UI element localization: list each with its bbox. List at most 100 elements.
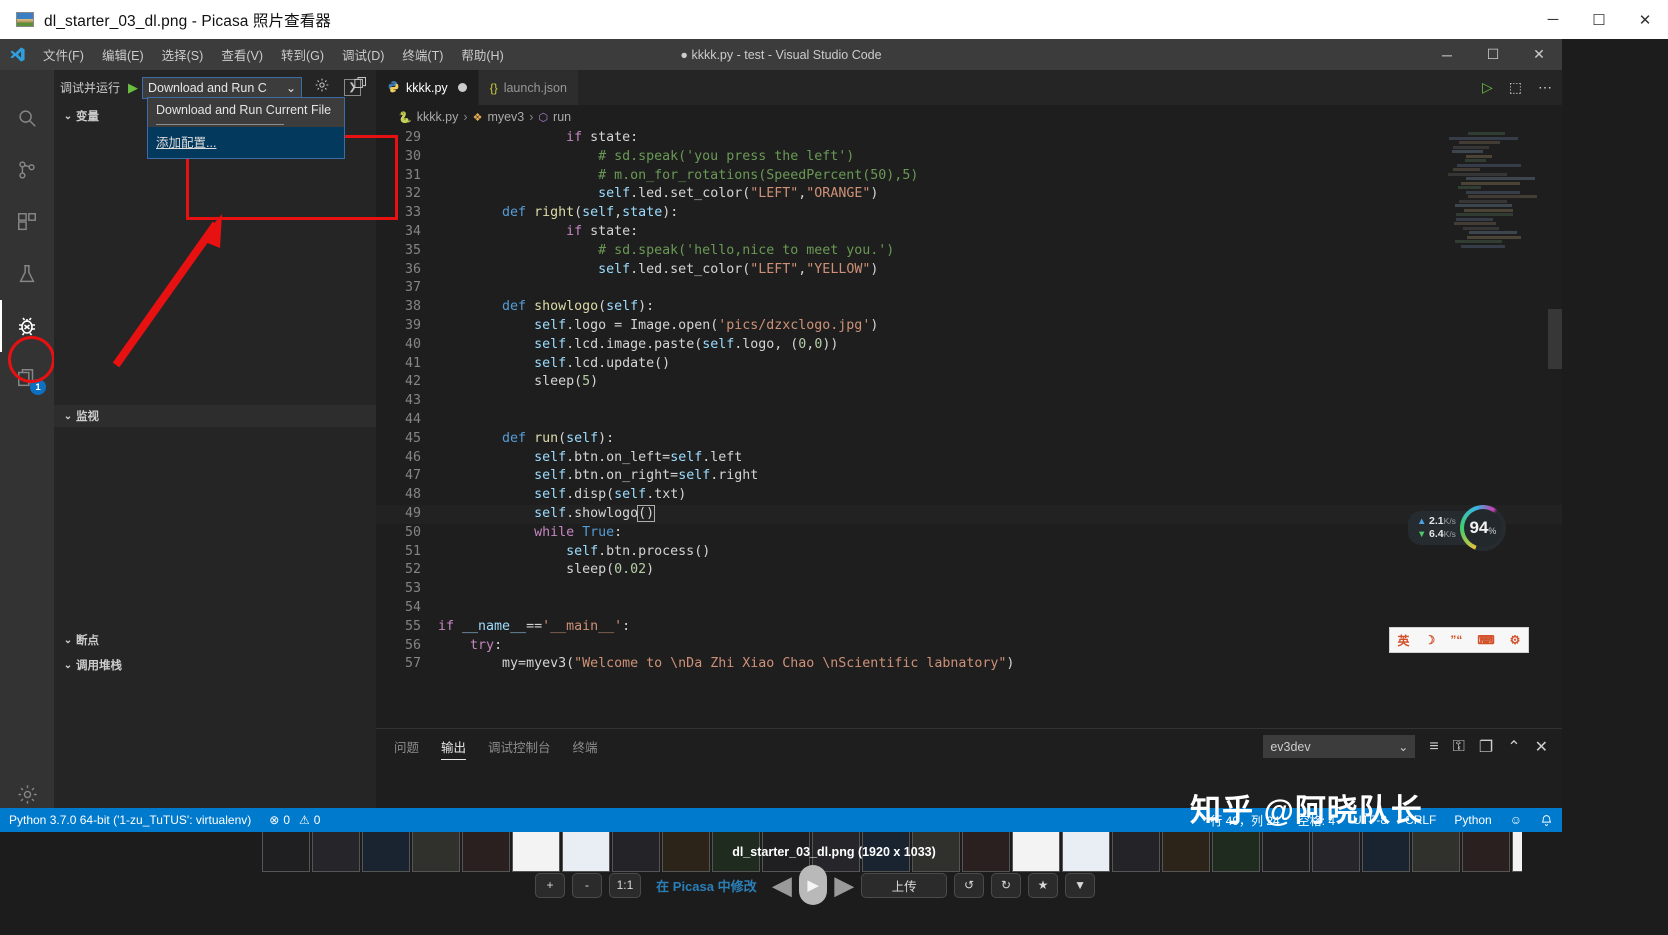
picasa-actual-size-button[interactable]: 1:1	[609, 873, 641, 898]
menu-terminal[interactable]: 终端(T)	[393, 42, 452, 67]
code-line[interactable]: 30 # sd.speak('you press the left')	[376, 148, 1562, 167]
notifications-bell-icon[interactable]	[1531, 814, 1562, 827]
code-line[interactable]: 38 def showlogo(self):	[376, 298, 1562, 317]
test-beaker-icon[interactable]	[0, 248, 54, 300]
breadcrumb-item-method[interactable]: run	[553, 110, 571, 124]
variables-pane-actions-icon[interactable]	[353, 75, 368, 95]
picasa-rotate-right-button[interactable]: ↻	[991, 873, 1021, 898]
dropdown-option-download-and-run-current-file[interactable]: Download and Run Current File	[148, 98, 344, 123]
code-line[interactable]: 48 self.disp(self.txt)	[376, 486, 1562, 505]
code-line[interactable]: 40 self.lcd.image.paste(self.logo, (0,0)…	[376, 336, 1562, 355]
code-line[interactable]: 51 self.btn.process()	[376, 543, 1562, 562]
code-line[interactable]: 36 self.led.set_color("LEFT","YELLOW")	[376, 261, 1562, 280]
panel-tab-terminal[interactable]: 终端	[573, 729, 598, 764]
debug-configuration-select[interactable]: Download and Run C ⌄	[142, 77, 302, 99]
ime-punctuation-icon[interactable]: ”“	[1450, 633, 1462, 647]
ime-moon-icon[interactable]: ☽	[1425, 633, 1436, 647]
menu-view[interactable]: 查看(V)	[212, 42, 272, 67]
code-line[interactable]: 37	[376, 279, 1562, 298]
run-python-file-icon[interactable]: ▷	[1482, 79, 1493, 96]
menu-go[interactable]: 转到(G)	[272, 42, 333, 67]
picasa-star-button[interactable]: ★	[1028, 873, 1058, 898]
code-line[interactable]: 55if __name__=='__main__':	[376, 618, 1562, 637]
ime-mode-icon[interactable]: 英	[1398, 632, 1410, 649]
search-icon[interactable]	[0, 92, 54, 144]
picasa-next-arrow-icon[interactable]: ▶	[834, 870, 854, 901]
start-debugging-play-icon[interactable]: ▶	[128, 80, 138, 96]
dropdown-option-add-configuration[interactable]: 添加配置...	[148, 127, 344, 158]
code-line[interactable]: 46 self.btn.on_left=self.left	[376, 449, 1562, 468]
tab-launch-json[interactable]: {} launch.json	[479, 70, 579, 105]
code-line[interactable]: 45 def run(self):	[376, 430, 1562, 449]
menu-edit[interactable]: 编辑(E)	[93, 42, 153, 67]
debug-section-callstack[interactable]: ⌄ 调用堆栈	[54, 654, 376, 676]
code-line[interactable]: 44	[376, 411, 1562, 430]
editor-vertical-scrollbar[interactable]	[1548, 129, 1562, 728]
code-line[interactable]: 53	[376, 580, 1562, 599]
editor-minimap[interactable]	[1448, 132, 1548, 242]
code-line[interactable]: 52 sleep(0.02)	[376, 561, 1562, 580]
vscode-close-button[interactable]: ✕	[1516, 39, 1562, 70]
lock-scroll-icon[interactable]: ⚿	[1453, 738, 1465, 756]
panel-tab-debug-console[interactable]: 调试控制台	[488, 729, 551, 764]
breadcrumb-item-file[interactable]: kkkk.py	[417, 110, 459, 124]
code-line[interactable]: 39 self.logo = Image.open('pics/dzxclogo…	[376, 317, 1562, 336]
picasa-zoom-in-button[interactable]: +	[535, 873, 565, 898]
debug-section-watch[interactable]: ⌄ 监视	[54, 405, 376, 427]
picasa-zoom-out-button[interactable]: -	[572, 873, 602, 898]
cpu-usage-ring[interactable]: 94 %	[1460, 505, 1506, 551]
picasa-maximize-button[interactable]: ☐	[1576, 0, 1622, 39]
picasa-rotate-left-button[interactable]: ↺	[954, 873, 984, 898]
code-line[interactable]: 32 self.led.set_color("LEFT","ORANGE")	[376, 185, 1562, 204]
panel-tab-output[interactable]: 输出	[441, 729, 466, 764]
status-python-interpreter[interactable]: Python 3.7.0 64-bit ('1-zu_TuTUS': virtu…	[0, 813, 260, 827]
picasa-minimize-button[interactable]: ─	[1530, 0, 1576, 39]
code-line[interactable]: 35 # sd.speak('hello,nice to meet you.')	[376, 242, 1562, 261]
vscode-maximize-button[interactable]: ☐	[1470, 39, 1516, 70]
picasa-close-button[interactable]: ✕	[1622, 0, 1668, 39]
tab-dirty-indicator[interactable]	[458, 83, 467, 92]
menu-file[interactable]: 文件(F)	[34, 42, 93, 67]
network-performance-widget[interactable]: ▲ 2.1K/s ▼ 6.4K/s 94 %	[1408, 505, 1506, 551]
code-line[interactable]: 42 sleep(5)	[376, 373, 1562, 392]
tab-kkkk-py[interactable]: kkkk.py	[376, 70, 479, 105]
picasa-play-slideshow-button[interactable]: ▶	[799, 865, 827, 905]
maximize-panel-icon[interactable]: ⌃	[1507, 737, 1520, 757]
extensions-icon[interactable]	[0, 196, 54, 248]
scrollbar-thumb[interactable]	[1548, 309, 1562, 369]
status-problems[interactable]: ⊗ 0 ⚠ 0	[260, 813, 329, 827]
code-line[interactable]: 29 if state:	[376, 129, 1562, 148]
code-line[interactable]: 33 def right(self,state):	[376, 204, 1562, 223]
vscode-minimize-button[interactable]: ─	[1424, 39, 1470, 70]
menu-selection[interactable]: 选择(S)	[153, 42, 213, 67]
clear-output-icon[interactable]: ≡	[1429, 738, 1438, 756]
picasa-upload-button[interactable]: 上传	[861, 873, 947, 898]
code-line[interactable]: 43	[376, 392, 1562, 411]
ime-language-bar[interactable]: 英 ☽ ”“ ⌨ ⚙	[1389, 627, 1529, 653]
panel-tab-problems[interactable]: 问题	[394, 729, 419, 764]
code-line[interactable]: 41 self.lcd.update()	[376, 355, 1562, 374]
source-control-icon[interactable]	[0, 144, 54, 196]
code-line[interactable]: 47 self.btn.on_right=self.right	[376, 467, 1562, 486]
code-editor[interactable]: 29 if state:30 # sd.speak('you press the…	[376, 129, 1562, 728]
output-channel-select[interactable]: ev3dev ⌄	[1263, 735, 1415, 758]
code-line[interactable]: 57 my=myev3("Welcome to \nDa Zhi Xiao Ch…	[376, 655, 1562, 674]
code-line[interactable]: 31 # m.on_for_rotations(SpeedPercent(50)…	[376, 167, 1562, 186]
open-launch-json-gear-icon[interactable]	[314, 77, 330, 98]
ime-keyboard-icon[interactable]: ⌨	[1477, 633, 1494, 647]
status-language-mode[interactable]: Python	[1445, 813, 1500, 827]
menu-help[interactable]: 帮助(H)	[452, 42, 512, 67]
debug-section-breakpoints[interactable]: ⌄ 断点	[54, 629, 376, 651]
menu-debug[interactable]: 调试(D)	[333, 42, 393, 67]
code-line[interactable]: 34 if state:	[376, 223, 1562, 242]
code-line[interactable]: 54	[376, 599, 1562, 618]
feedback-smiley-icon[interactable]: ☺	[1501, 813, 1531, 827]
picasa-more-button[interactable]: ▼	[1065, 873, 1095, 898]
picasa-prev-arrow-icon[interactable]: ◀	[772, 870, 792, 901]
code-line[interactable]: 49 self.showlogo()	[376, 505, 1562, 524]
split-panel-icon[interactable]: ❐	[1479, 737, 1493, 757]
more-actions-icon[interactable]: ⋯	[1538, 79, 1552, 96]
code-line[interactable]: 50 while True:	[376, 524, 1562, 543]
picasa-edit-in-picasa-label[interactable]: 在 Picasa 中修改	[648, 876, 765, 895]
split-editor-icon[interactable]: ⬚	[1509, 79, 1522, 96]
